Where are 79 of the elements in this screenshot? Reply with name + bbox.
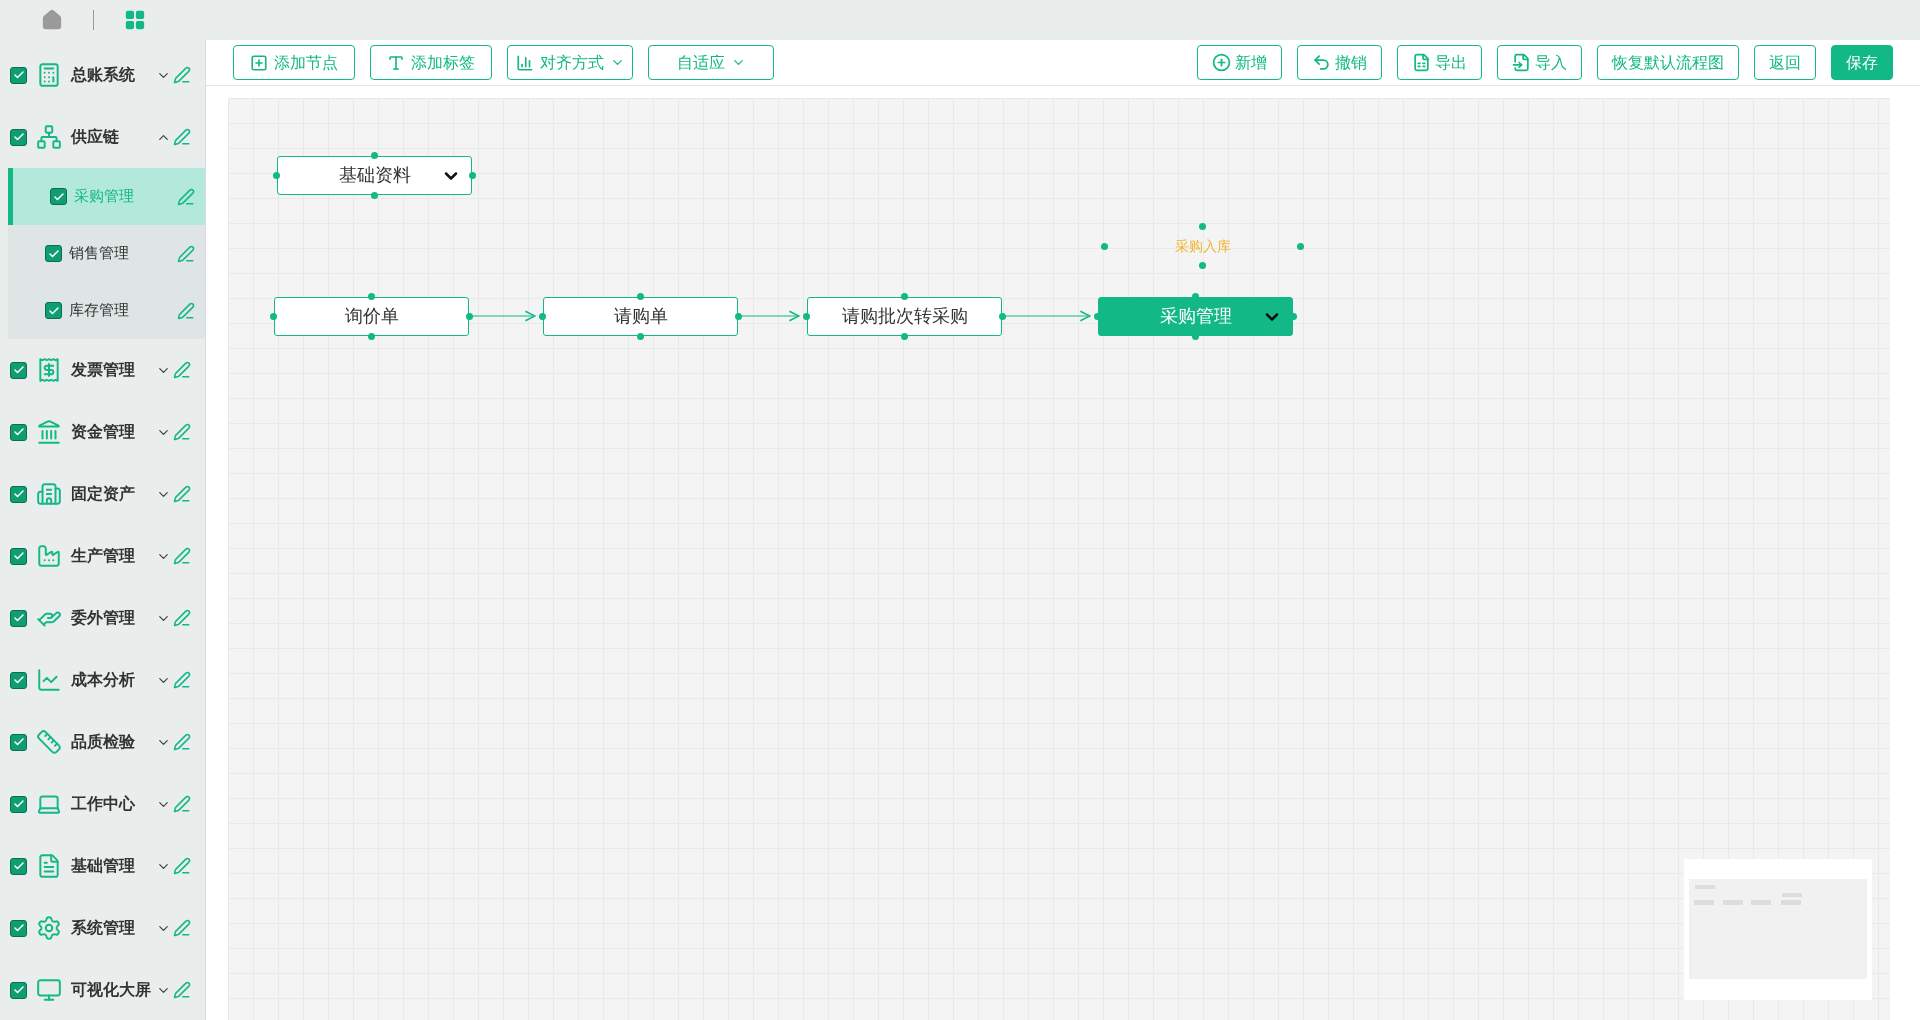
checkbox[interactable] [10,361,27,379]
checkbox[interactable] [50,188,67,205]
flow-node[interactable]: 请购单 [543,297,738,336]
checkmark-icon [12,736,25,748]
connector-arrow [741,310,800,322]
checkmark-icon [12,488,25,500]
checkbox[interactable] [10,609,27,627]
checkmark-icon [12,131,25,143]
checkbox[interactable] [10,795,27,813]
checkbox[interactable] [10,547,27,565]
checkbox[interactable] [10,671,27,689]
undo-icon [1312,53,1331,72]
checkmark-icon [47,304,60,317]
menu-item[interactable]: 工作中心 [71,792,135,816]
import-icon [1512,53,1531,72]
submenu-label: 库存管理 [69,300,129,321]
checkbox[interactable] [10,857,27,875]
checkmark-icon [12,674,25,686]
add-node-icon [250,53,268,72]
minimap[interactable] [1684,859,1872,1000]
submenu-item[interactable]: 库存管理 [8,282,205,339]
menu-item[interactable]: 基础管理 [71,854,135,878]
checkbox[interactable] [45,302,62,319]
checkmark-icon [12,364,25,376]
submenu-label: 销售管理 [69,243,129,264]
menu-item[interactable]: 资金管理 [71,420,135,444]
edit-icon[interactable] [177,187,195,206]
checkbox[interactable] [10,981,27,999]
menu-item[interactable]: 品质检验 [71,730,135,754]
document-icon [36,853,62,879]
menu-item[interactable]: 供应链 [71,125,119,149]
spreadsheet-icon [1412,53,1431,72]
checkmark-icon [12,612,25,624]
checkmark-icon [12,922,25,934]
submenu-label: 采购管理 [74,186,134,207]
text-icon [387,53,405,72]
checkbox[interactable] [10,66,27,84]
plus-circle-icon [1212,53,1231,72]
checkbox[interactable] [45,245,62,262]
bank-icon [36,419,62,445]
edit-icon[interactable] [177,244,195,263]
menu-item[interactable]: 总账系统 [71,63,135,87]
menu-item[interactable]: 发票管理 [71,358,135,382]
checkbox[interactable] [10,919,27,937]
network-icon [36,124,62,150]
checkmark-icon [12,426,25,438]
checkbox[interactable] [10,733,27,751]
menu-item[interactable]: 生产管理 [71,544,135,568]
checkmark-icon [12,69,25,81]
menu-item[interactable]: 可视化大屏 [71,978,151,1002]
home-icon[interactable] [41,9,63,31]
flow-node[interactable]: 基础资料 [277,156,472,195]
monitor-icon [36,977,62,1003]
menu-item[interactable]: 委外管理 [71,606,135,630]
receipt-icon [36,357,62,383]
menu-item[interactable]: 成本分析 [71,668,135,692]
submenu-item[interactable]: 销售管理 [8,225,205,282]
checkmark-icon [47,247,60,260]
settings-icon [36,915,62,941]
ruler-icon [36,729,62,755]
checkbox[interactable] [10,485,27,503]
menu-item[interactable]: 固定资产 [71,482,135,506]
chart-icon [36,667,62,693]
checkmark-icon [12,798,25,810]
grid-icon[interactable] [124,9,146,31]
checkmark-icon [52,190,65,203]
checkmark-icon [12,550,25,562]
checkmark-icon [12,860,25,872]
flow-node[interactable]: 请购批次转采购 [807,297,1002,336]
bar-chart-icon [515,53,534,72]
checkbox[interactable] [10,423,27,441]
connector-arrow [472,310,536,322]
flow-node[interactable]: 询价单 [274,297,469,336]
checkbox[interactable] [10,128,27,146]
menu-item[interactable]: 系统管理 [71,916,135,940]
edit-icon[interactable] [177,301,195,320]
factory-icon [36,543,62,569]
checkmark-icon [12,984,25,996]
building-icon [36,481,62,507]
